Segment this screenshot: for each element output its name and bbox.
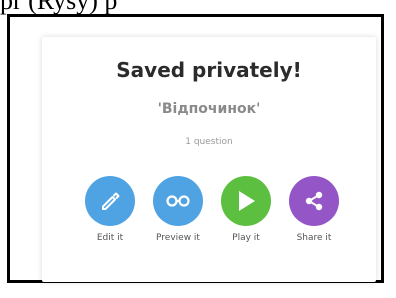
dialog-title: Saved privately! xyxy=(116,58,302,82)
preview-button[interactable]: Preview it xyxy=(146,176,210,243)
play-icon xyxy=(239,191,255,211)
quiz-name: 'Відпочинок' xyxy=(157,101,261,117)
screenshot-frame: Saved privately! 'Відпочинок' 1 question… xyxy=(7,14,384,283)
share-button[interactable]: Share it xyxy=(282,176,346,243)
share-circle[interactable] xyxy=(289,176,339,226)
share-label: Share it xyxy=(296,233,332,243)
share-icon xyxy=(305,191,323,211)
play-circle[interactable] xyxy=(221,176,271,226)
edit-button[interactable]: Edit it xyxy=(78,176,142,243)
action-row: Edit it Preview it Play it Share it xyxy=(78,176,348,251)
play-button[interactable]: Play it xyxy=(214,176,278,243)
edit-circle[interactable] xyxy=(85,176,135,226)
edit-label: Edit it xyxy=(96,233,124,243)
preview-circle[interactable] xyxy=(153,176,203,226)
glasses-icon xyxy=(166,195,190,207)
pencil-icon xyxy=(102,192,120,210)
play-label: Play it xyxy=(232,233,260,243)
question-count: 1 question xyxy=(185,137,233,147)
saved-dialog: Saved privately! 'Відпочинок' 1 question… xyxy=(42,37,376,282)
preview-label: Preview it xyxy=(156,233,200,243)
